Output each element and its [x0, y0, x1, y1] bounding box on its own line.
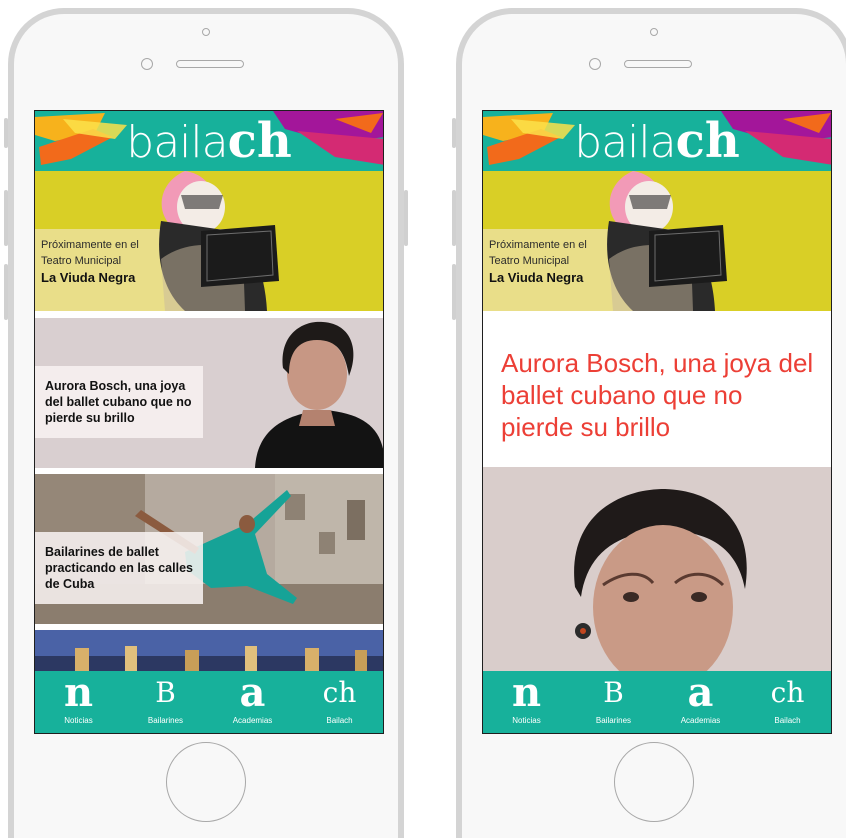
tab-label: Noticias [64, 716, 93, 725]
app-logo[interactable]: bailach [483, 113, 831, 169]
app-header: bailach [35, 111, 383, 171]
earpiece-speaker [624, 60, 692, 68]
article-card-stage[interactable] [35, 630, 383, 674]
article-hero-photo [483, 467, 831, 677]
tab-noticias[interactable]: n Noticias [35, 671, 122, 733]
volume-up-button [452, 190, 456, 246]
bailach-icon: ch [322, 676, 357, 709]
proximity-sensor [589, 58, 601, 70]
tab-academias[interactable]: a Academias [209, 671, 296, 733]
tab-label: Bailarines [595, 716, 632, 725]
tab-bailach[interactable]: ch Bailach [744, 671, 831, 733]
feature-line-2: Teatro Municipal [41, 255, 122, 267]
tab-label: Bailach [326, 716, 353, 725]
stage-photo [35, 630, 383, 674]
noticias-icon: n [511, 669, 542, 716]
feature-line-2: Teatro Municipal [489, 255, 570, 267]
logo-text-bold: ch [675, 113, 740, 169]
volume-up-button [4, 190, 8, 246]
tab-bar: n Noticias B Bailarines a Academias ch B… [483, 671, 831, 733]
bailach-icon: ch [770, 676, 805, 709]
app-header: bailach [483, 111, 831, 171]
power-button [404, 190, 408, 246]
feature-label: Próximamente en el Teatro Municipal La V… [489, 237, 587, 287]
bailarines-icon: B [155, 676, 176, 709]
academias-icon: a [239, 669, 266, 716]
article-screen: bailach Próximamente en el Teatro Munici… [482, 110, 832, 734]
article-card-bailarines[interactable]: Bailarines de ballet practicando en las … [35, 474, 383, 624]
logo-text-light: baila [574, 117, 676, 168]
front-camera [202, 28, 210, 36]
home-screen: bailach Próximamente en el Teatro Munici… [34, 110, 384, 734]
mute-switch [452, 118, 456, 148]
feature-title: La Viuda Negra [489, 270, 584, 285]
tab-label: Bailarines [147, 716, 184, 725]
tab-bailach[interactable]: ch Bailach [296, 671, 383, 733]
earpiece-speaker [176, 60, 244, 68]
mute-switch [4, 118, 8, 148]
aurora-portrait [483, 467, 831, 677]
home-button[interactable] [166, 742, 246, 822]
academias-icon: a [687, 669, 714, 716]
article-headline: Aurora Bosch, una joya del ballet cubano… [483, 327, 831, 467]
feature-line-1: Próximamente en el [41, 239, 139, 251]
logo-text-bold: ch [227, 113, 292, 169]
logo-text-light: baila [126, 117, 228, 168]
article-card-aurora[interactable]: Aurora Bosch, una joya del ballet cubano… [35, 318, 383, 468]
volume-down-button [452, 264, 456, 320]
feature-label: Próximamente en el Teatro Municipal La V… [41, 237, 139, 287]
feature-banner[interactable]: Próximamente en el Teatro Municipal La V… [35, 171, 383, 311]
article-card-title: Bailarines de ballet practicando en las … [35, 532, 203, 604]
feature-banner[interactable]: Próximamente en el Teatro Municipal La V… [483, 171, 831, 311]
feature-title: La Viuda Negra [41, 270, 136, 285]
tab-bailarines[interactable]: B Bailarines [122, 671, 209, 733]
tab-bar: n Noticias B Bailarines a Academias ch B… [35, 671, 383, 733]
proximity-sensor [141, 58, 153, 70]
tab-label: Academias [232, 716, 273, 725]
tab-label: Bailach [774, 716, 801, 725]
tab-label: Academias [680, 716, 721, 725]
tab-bailarines[interactable]: B Bailarines [570, 671, 657, 733]
front-camera [650, 28, 658, 36]
tab-noticias[interactable]: n Noticias [483, 671, 570, 733]
noticias-icon: n [63, 669, 94, 716]
home-button[interactable] [614, 742, 694, 822]
feature-line-1: Próximamente en el [489, 239, 587, 251]
bailarines-icon: B [603, 676, 624, 709]
volume-down-button [4, 264, 8, 320]
phone-mockup-article: bailach Próximamente en el Teatro Munici… [452, 8, 846, 838]
phone-mockup-home: bailach Próximamente en el Teatro Munici… [4, 8, 408, 838]
tab-label: Noticias [512, 716, 541, 725]
article-card-title: Aurora Bosch, una joya del ballet cubano… [35, 366, 203, 438]
app-logo[interactable]: bailach [35, 113, 383, 169]
tab-academias[interactable]: a Academias [657, 671, 744, 733]
